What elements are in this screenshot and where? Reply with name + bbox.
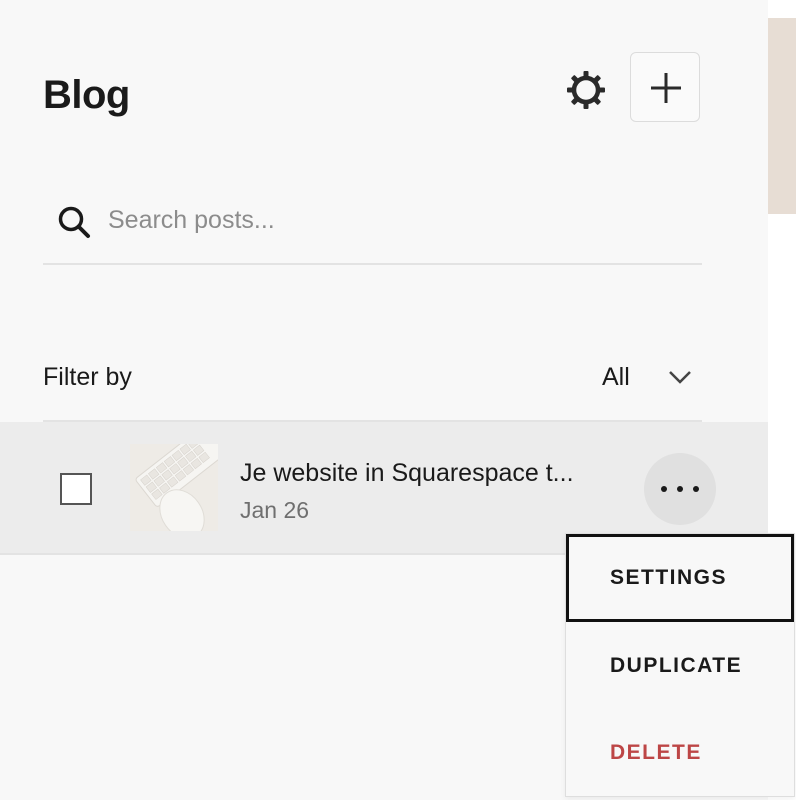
menu-item-settings[interactable]: SETTINGS — [566, 534, 794, 622]
filter-selected-value: All — [602, 363, 630, 391]
post-more-button[interactable] — [644, 453, 716, 525]
filter-dropdown[interactable]: All — [596, 356, 706, 398]
search-bar — [43, 196, 702, 265]
post-date: Jan 26 — [240, 497, 310, 523]
preview-strip — [768, 18, 796, 214]
filter-label: Filter by — [43, 363, 132, 391]
more-options-icon — [661, 486, 699, 492]
post-context-menu: SETTINGS DUPLICATE DELETE — [565, 533, 795, 797]
menu-item-delete[interactable]: DELETE — [566, 709, 794, 797]
post-thumbnail — [130, 444, 218, 531]
search-input[interactable] — [108, 200, 668, 240]
chevron-down-icon — [669, 371, 691, 384]
menu-item-duplicate[interactable]: DUPLICATE — [566, 622, 794, 710]
settings-button[interactable] — [566, 70, 606, 110]
post-select-checkbox[interactable] — [60, 473, 92, 505]
plus-icon — [651, 73, 681, 103]
search-icon — [58, 206, 90, 238]
add-post-button[interactable] — [630, 52, 700, 122]
gear-icon — [567, 71, 605, 109]
post-title[interactable]: Je website in Squarespace t... — [240, 458, 574, 488]
page-title: Blog — [43, 73, 130, 117]
